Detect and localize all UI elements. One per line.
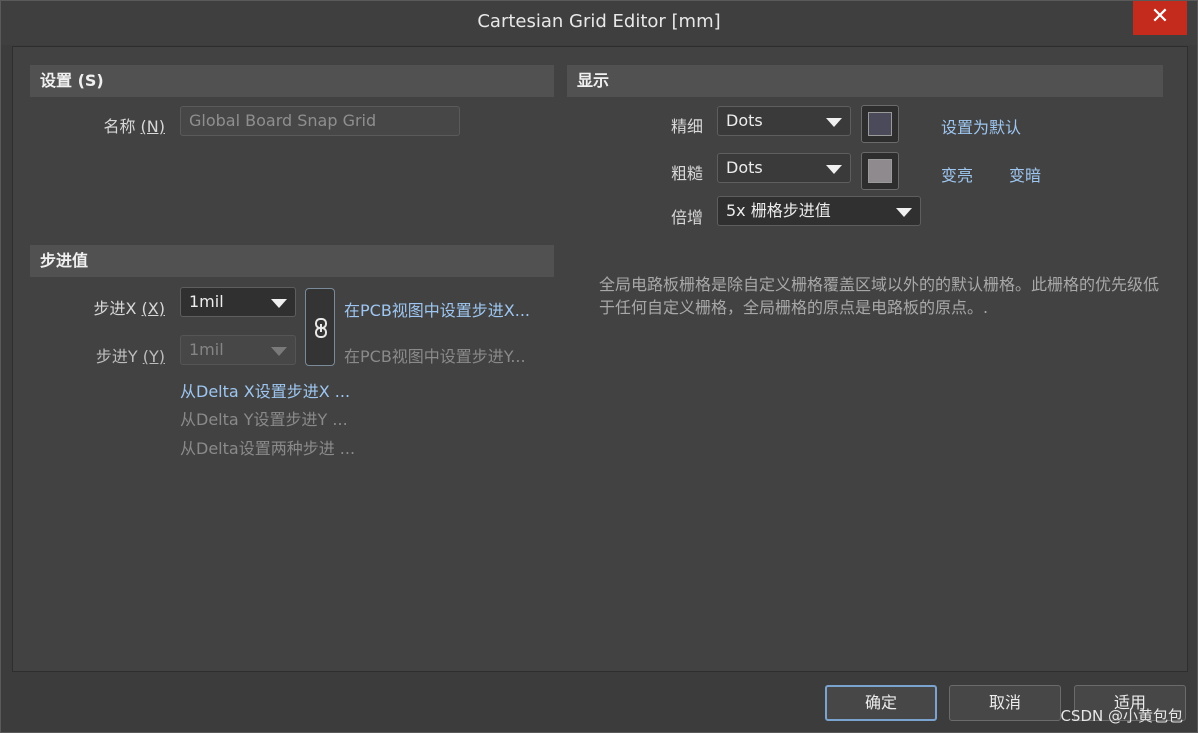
watermark: CSDN @小黄包包 [1060, 707, 1183, 725]
from-delta-x-link[interactable]: 从Delta X设置步进X ... [180, 378, 350, 402]
chevron-down-icon [271, 299, 287, 308]
name-label: 名称 (N) [103, 117, 165, 136]
darker-link[interactable]: 变暗 [1009, 162, 1041, 186]
ok-button[interactable]: 确定 [825, 685, 937, 721]
set-step-y-in-pcb-link: 在PCB视图中设置步进Y... [344, 347, 526, 366]
multiplier-label: 倍增 [670, 208, 703, 227]
window-title: Cartesian Grid Editor [mm] [477, 11, 721, 32]
cancel-button[interactable]: 取消 [949, 685, 1061, 721]
from-delta-y-link: 从Delta Y设置步进Y ... [180, 410, 348, 429]
lighter-link[interactable]: 变亮 [941, 162, 973, 186]
multiplier-dropdown[interactable]: 5x 栅格步进值 [717, 196, 921, 226]
chevron-down-icon [826, 165, 842, 174]
chain-link-icon [315, 318, 327, 338]
coarse-label: 粗糙 [670, 164, 703, 183]
coarse-color-swatch [868, 159, 892, 183]
dialog-window: Cartesian Grid Editor [mm] ✕ 设置 (S) 名称 (… [0, 0, 1198, 733]
settings-section-header: 设置 (S) [30, 65, 554, 97]
fine-style-dropdown[interactable]: Dots [717, 106, 851, 136]
fine-color-swatch [868, 112, 892, 136]
step-y-combobox: 1mil [180, 335, 296, 365]
set-step-x-in-pcb-link[interactable]: 在PCB视图中设置步进X... [344, 297, 530, 321]
name-field[interactable]: Global Board Snap Grid [180, 106, 460, 136]
step-section-header: 步进值 [30, 245, 554, 277]
fine-label: 精细 [670, 117, 703, 136]
step-x-label: 步进X (X) [93, 299, 165, 318]
fine-color-button[interactable] [861, 105, 899, 143]
close-button[interactable]: ✕ [1133, 1, 1187, 35]
grid-description: 全局电路板栅格是除自定义栅格覆盖区域以外的的默认栅格。此栅格的优先级低于任何自定… [599, 275, 1160, 317]
close-icon: ✕ [1150, 4, 1170, 29]
title-bar: Cartesian Grid Editor [mm] ✕ [1, 1, 1197, 45]
from-delta-both-link: 从Delta设置两种步进 ... [180, 439, 356, 458]
chevron-down-icon [271, 347, 287, 356]
step-y-label: 步进Y (Y) [95, 347, 165, 366]
set-default-link[interactable]: 设置为默认 [941, 114, 1021, 138]
display-section-header: 显示 [567, 65, 1163, 97]
chevron-down-icon [826, 118, 842, 127]
link-xy-toggle[interactable] [305, 288, 335, 366]
step-x-combobox[interactable]: 1mil [180, 287, 296, 317]
coarse-style-dropdown[interactable]: Dots [717, 153, 851, 183]
chevron-down-icon [896, 208, 912, 217]
coarse-color-button[interactable] [861, 152, 899, 190]
